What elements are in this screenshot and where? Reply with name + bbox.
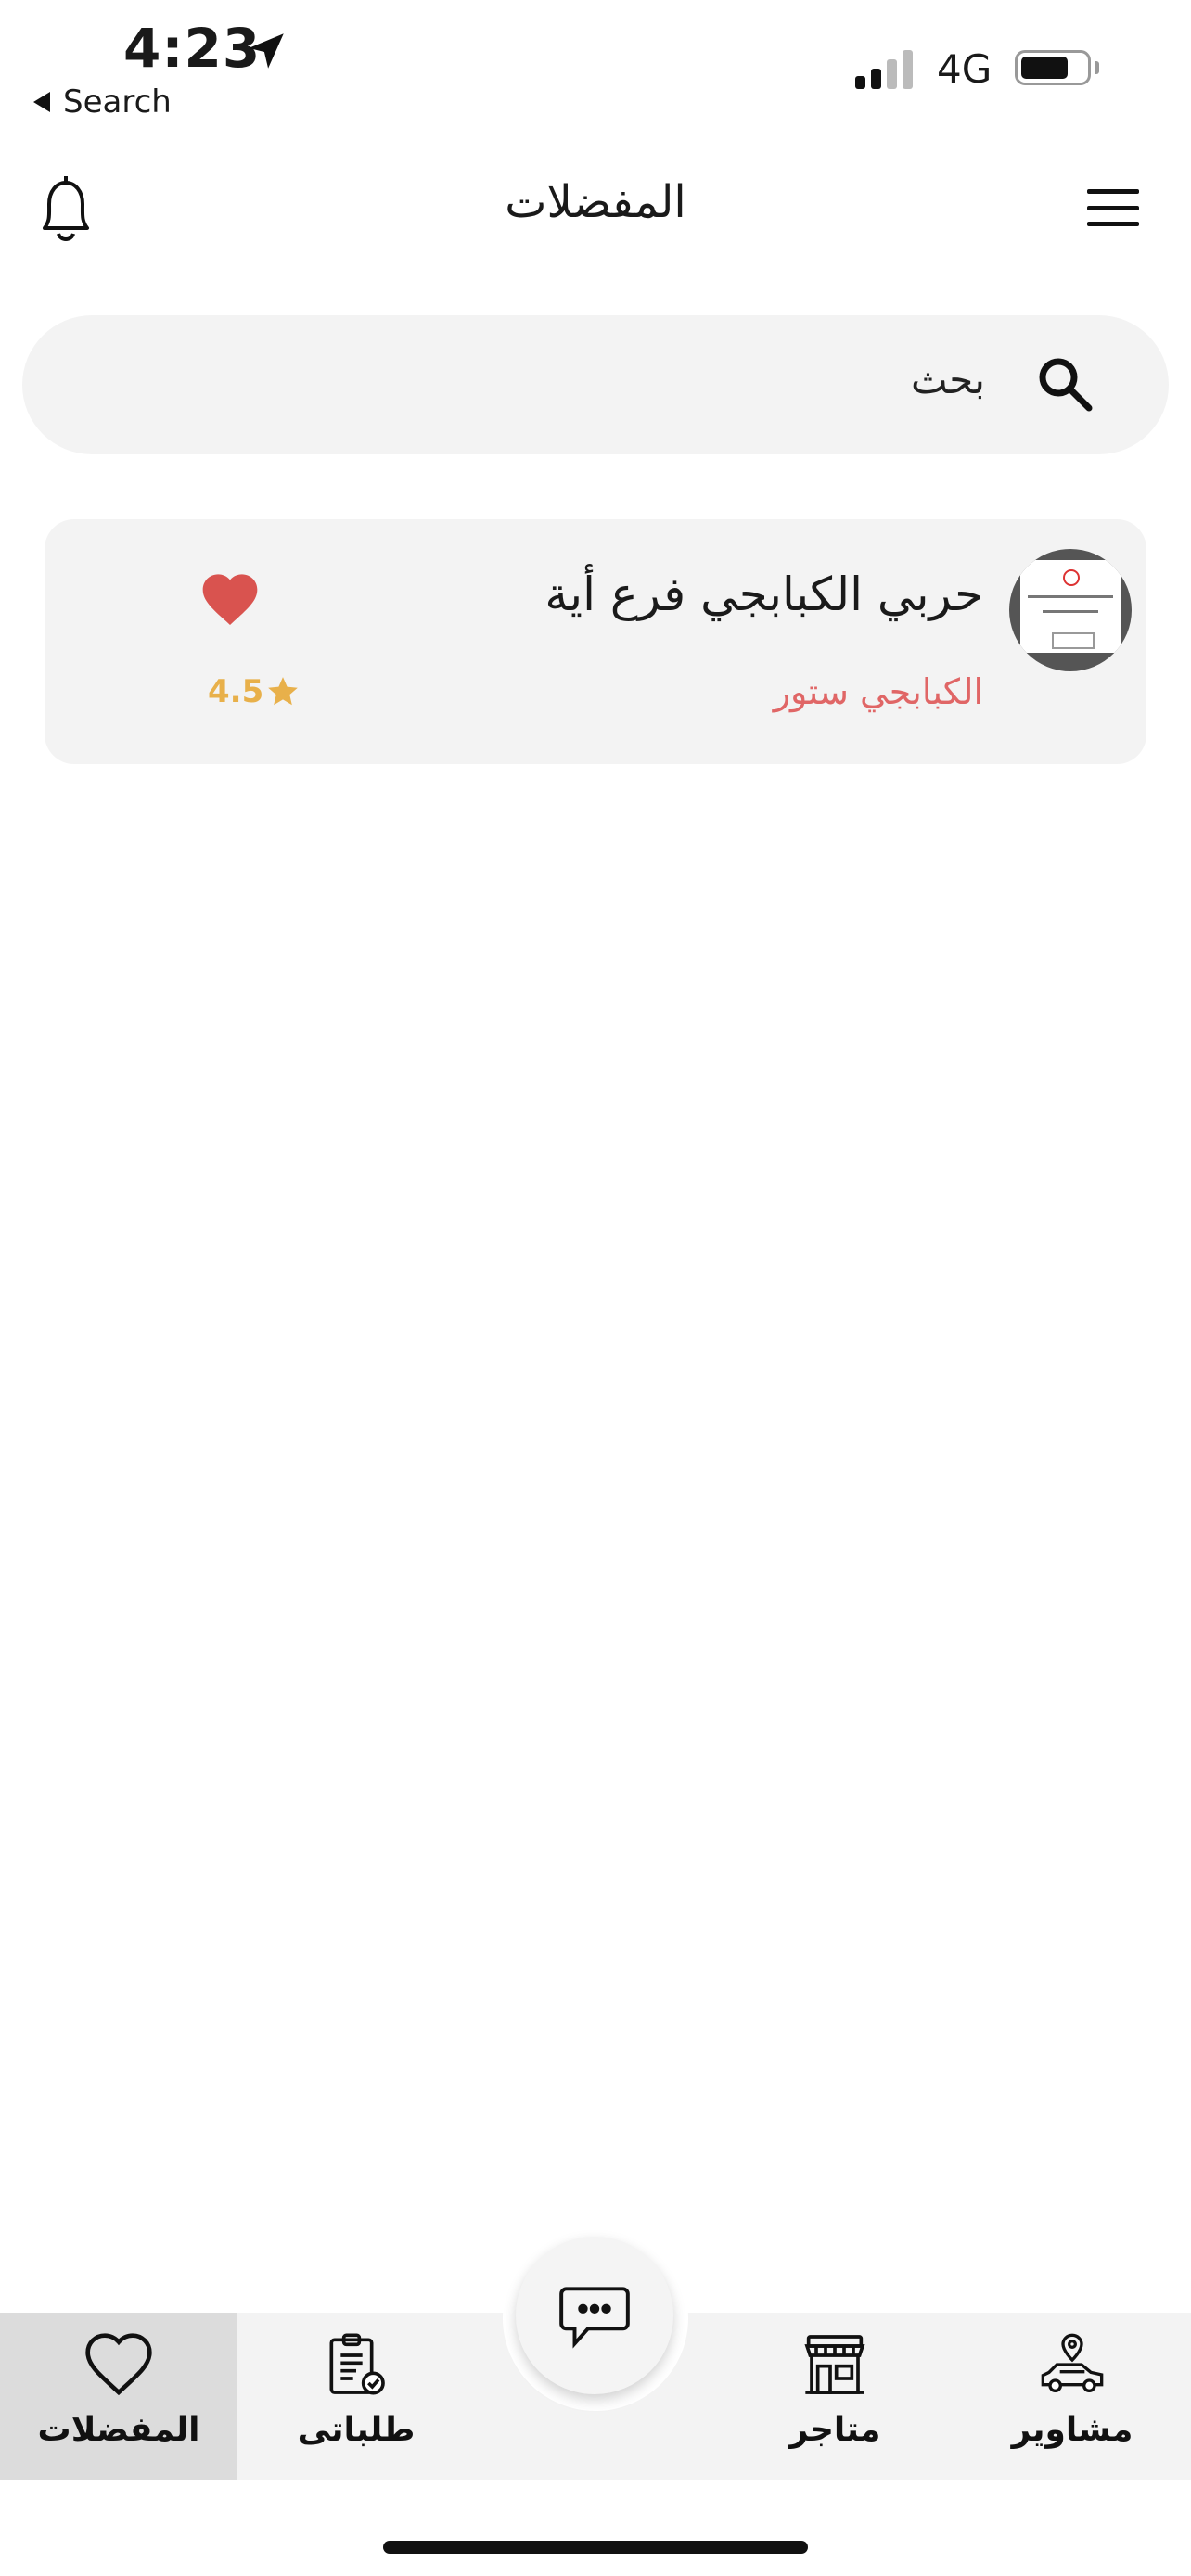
car-location-icon bbox=[1041, 2333, 1104, 2392]
rating-value: 4.5 bbox=[208, 673, 264, 710]
search-icon bbox=[1039, 358, 1093, 412]
store-rating: 4.5 bbox=[208, 673, 301, 710]
tab-stores-label: متاجر bbox=[788, 2411, 881, 2449]
location-arrow-icon bbox=[249, 33, 284, 69]
battery-tip bbox=[1095, 61, 1099, 74]
store-brand: الكبابجي ستور bbox=[773, 671, 983, 712]
tab-my-orders-label: طلباتى bbox=[297, 2411, 416, 2449]
home-indicator bbox=[383, 2541, 808, 2554]
back-to-search[interactable]: Search bbox=[33, 83, 172, 121]
search-placeholder: بحث bbox=[910, 357, 985, 402]
status-time: 4:23 bbox=[123, 17, 262, 80]
chat-button[interactable] bbox=[516, 2237, 673, 2394]
clipboard-check-icon bbox=[329, 2333, 385, 2395]
back-triangle-icon bbox=[33, 92, 50, 112]
tab-rides[interactable]: مشاوير bbox=[954, 2327, 1191, 2476]
store-thumbnail bbox=[1009, 549, 1132, 671]
storefront-icon bbox=[804, 2335, 865, 2394]
tab-rides-label: مشاوير bbox=[1011, 2411, 1133, 2449]
back-label: Search bbox=[63, 83, 172, 121]
battery-icon bbox=[1015, 50, 1091, 85]
chat-bubble-icon bbox=[559, 2287, 630, 2349]
favorite-heart-icon[interactable] bbox=[200, 571, 260, 627]
signal-strength-icon bbox=[855, 50, 913, 89]
network-type: 4G bbox=[937, 46, 992, 92]
tab-favorites-label: المفضلات bbox=[37, 2411, 200, 2449]
favorite-store-card[interactable] bbox=[45, 519, 1146, 764]
store-name: حربي الكبابجي فرع أية bbox=[544, 567, 983, 621]
star-icon bbox=[268, 677, 299, 706]
page-title: المفضلات bbox=[505, 176, 686, 228]
hamburger-menu-icon[interactable] bbox=[1087, 189, 1139, 226]
tab-favorites[interactable]: المفضلات bbox=[0, 2327, 237, 2476]
tab-my-orders[interactable]: طلباتى bbox=[237, 2327, 475, 2476]
search-input[interactable] bbox=[22, 315, 1169, 454]
heart-outline-icon bbox=[85, 2333, 152, 2396]
tab-stores[interactable]: متاجر bbox=[716, 2327, 954, 2476]
